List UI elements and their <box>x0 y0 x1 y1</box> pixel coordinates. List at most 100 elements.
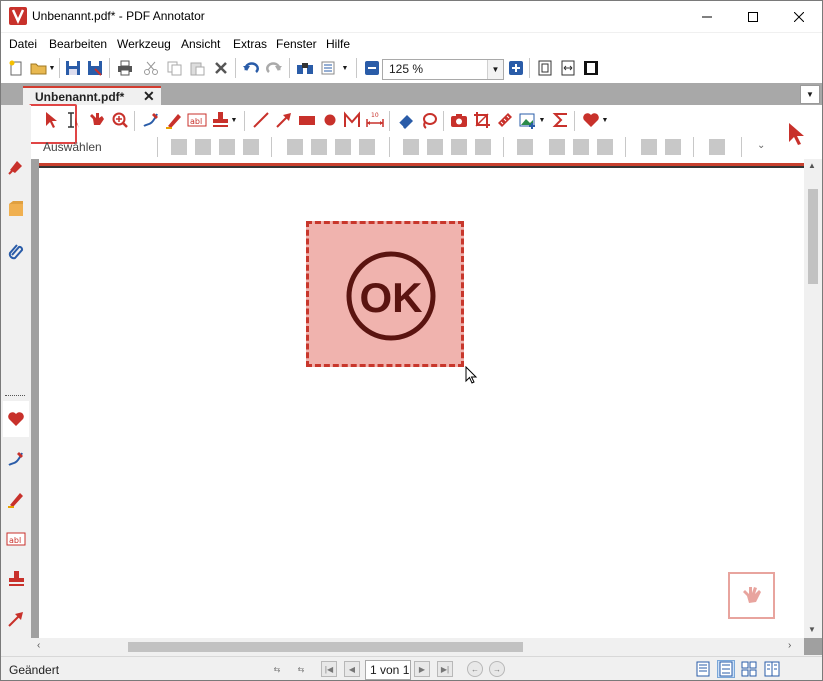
same-width-icon[interactable] <box>359 139 375 155</box>
align-middle-icon[interactable] <box>427 139 443 155</box>
flip-left-icon[interactable] <box>597 139 613 155</box>
lasso-tool-button[interactable] <box>419 110 439 130</box>
image-dropdown[interactable]: ▼ <box>537 110 547 130</box>
hand-tool-button[interactable] <box>87 110 107 130</box>
text-select-tool-button[interactable] <box>63 110 83 130</box>
polyline-tool-button[interactable] <box>342 110 362 130</box>
ungroup-icon[interactable] <box>195 139 211 155</box>
scroll-up-icon[interactable]: ▲ <box>808 161 816 170</box>
arrow-tool-button[interactable] <box>274 110 294 130</box>
ruler-tool-button[interactable] <box>495 110 515 130</box>
chevron-down-icon[interactable]: ▼ <box>487 60 503 79</box>
scroll-left-icon[interactable]: ‹ <box>37 640 40 651</box>
open-dropdown[interactable]: ▼ <box>47 58 57 78</box>
first-page-button[interactable]: |◀ <box>321 661 337 677</box>
menu-ansicht[interactable]: Ansicht <box>181 37 220 51</box>
eraser-tool-button[interactable] <box>396 110 416 130</box>
menu-werkzeug[interactable]: Werkzeug <box>117 37 171 51</box>
sidebar-item-stamp[interactable] <box>3 561 29 597</box>
align-bottom-icon[interactable] <box>451 139 467 155</box>
undo-button[interactable] <box>241 58 261 78</box>
text-tool-button[interactable]: abl <box>187 110 207 130</box>
fit-width-button[interactable] <box>558 58 578 78</box>
horizontal-scroll-thumb[interactable] <box>128 642 523 652</box>
vertical-scroll-thumb[interactable] <box>808 189 818 284</box>
new-document-button[interactable] <box>6 58 26 78</box>
sidebar-item-attachments[interactable] <box>3 233 29 269</box>
crop-tool-button[interactable] <box>472 110 492 130</box>
search-options-button[interactable] <box>319 58 339 78</box>
zoom-out-button[interactable] <box>362 58 382 78</box>
flip-right-icon[interactable] <box>573 139 589 155</box>
highlighter-tool-button[interactable] <box>164 110 184 130</box>
paste-button[interactable] <box>187 58 207 78</box>
stamp-tool-button[interactable] <box>210 110 230 130</box>
copy-button[interactable] <box>164 58 184 78</box>
scroll-right-icon[interactable]: › <box>788 640 791 651</box>
menu-hilfe[interactable]: Hilfe <box>326 37 350 51</box>
bring-to-front-icon[interactable] <box>641 139 657 155</box>
minimize-button[interactable] <box>684 1 730 32</box>
delete-button[interactable] <box>211 58 231 78</box>
document-viewport[interactable]: OK ▲ ▼ ‹ › <box>31 159 822 655</box>
forward-button[interactable]: → <box>489 661 505 677</box>
save-button[interactable] <box>63 58 83 78</box>
ok-stamp-annotation[interactable]: OK <box>306 221 464 367</box>
menu-extras[interactable]: Extras <box>233 37 267 51</box>
sidebar-item-bookmarks[interactable] <box>3 149 29 185</box>
align-right-icon[interactable] <box>335 139 351 155</box>
find-button[interactable] <box>295 58 315 78</box>
search-options-dropdown[interactable]: ▼ <box>339 58 351 78</box>
fit-page-button[interactable] <box>535 58 555 78</box>
touch-pan-button[interactable] <box>728 572 775 619</box>
favorites-button[interactable] <box>581 110 601 130</box>
lock-icon[interactable] <box>219 139 235 155</box>
previous-page-button[interactable]: ◀ <box>344 661 360 677</box>
unlock-icon[interactable] <box>243 139 259 155</box>
flip-horizontal-icon[interactable] <box>549 139 565 155</box>
zoom-tool-button[interactable] <box>110 110 130 130</box>
maximize-button[interactable] <box>730 1 776 32</box>
back-button[interactable]: ← <box>467 661 483 677</box>
open-button[interactable] <box>29 58 49 78</box>
print-button[interactable] <box>115 58 135 78</box>
last-page-button[interactable]: ▶| <box>437 661 453 677</box>
chevron-down-icon[interactable]: ⌄ <box>757 140 765 151</box>
fullscreen-button[interactable] <box>581 58 601 78</box>
cut-button[interactable] <box>141 58 161 78</box>
sidebar-item-pen[interactable] <box>3 441 29 477</box>
close-tab-icon[interactable]: ✕ <box>143 88 155 105</box>
zoom-select[interactable]: 125 % ▼ <box>382 59 504 80</box>
tab-list-dropdown[interactable]: ▼ <box>800 85 820 104</box>
rectangle-tool-button[interactable] <box>297 110 317 130</box>
menu-bearbeiten[interactable]: Bearbeiten <box>49 37 107 51</box>
save-as-button[interactable] <box>85 58 105 78</box>
insert-image-button[interactable] <box>518 110 538 130</box>
sum-tool-button[interactable] <box>551 110 571 130</box>
line-tool-button[interactable] <box>251 110 271 130</box>
sidebar-item-highlighter[interactable] <box>3 481 29 517</box>
sidebar-item-notes[interactable] <box>3 191 29 227</box>
zoom-in-button[interactable] <box>506 58 526 78</box>
continuous-view-button[interactable] <box>717 660 735 678</box>
pen-tool-button[interactable] <box>141 110 161 130</box>
favorites-dropdown[interactable]: ▼ <box>600 110 610 130</box>
align-center-icon[interactable] <box>311 139 327 155</box>
redo-button[interactable] <box>264 58 284 78</box>
vertical-scrollbar[interactable]: ▲ ▼ <box>804 159 822 638</box>
align-left-icon[interactable] <box>287 139 303 155</box>
add-to-favorites-icon[interactable] <box>709 139 725 155</box>
sidebar-item-favorites[interactable] <box>3 401 29 437</box>
horizontal-scrollbar[interactable]: ‹ › <box>31 638 804 655</box>
rotate-icon[interactable] <box>517 139 533 155</box>
snapshot-tool-button[interactable] <box>449 110 469 130</box>
stamp-dropdown[interactable]: ▼ <box>229 110 239 130</box>
measure-tool-button[interactable]: 10 <box>365 110 385 130</box>
select-tool-button[interactable] <box>41 110 61 130</box>
group-icon[interactable] <box>171 139 187 155</box>
pdf-page[interactable]: OK <box>39 159 804 638</box>
send-to-back-icon[interactable] <box>665 139 681 155</box>
menu-fenster[interactable]: Fenster <box>276 37 317 51</box>
previous-document-icon[interactable]: ⇆ <box>269 661 285 677</box>
next-document-icon[interactable]: ⇆ <box>293 661 309 677</box>
